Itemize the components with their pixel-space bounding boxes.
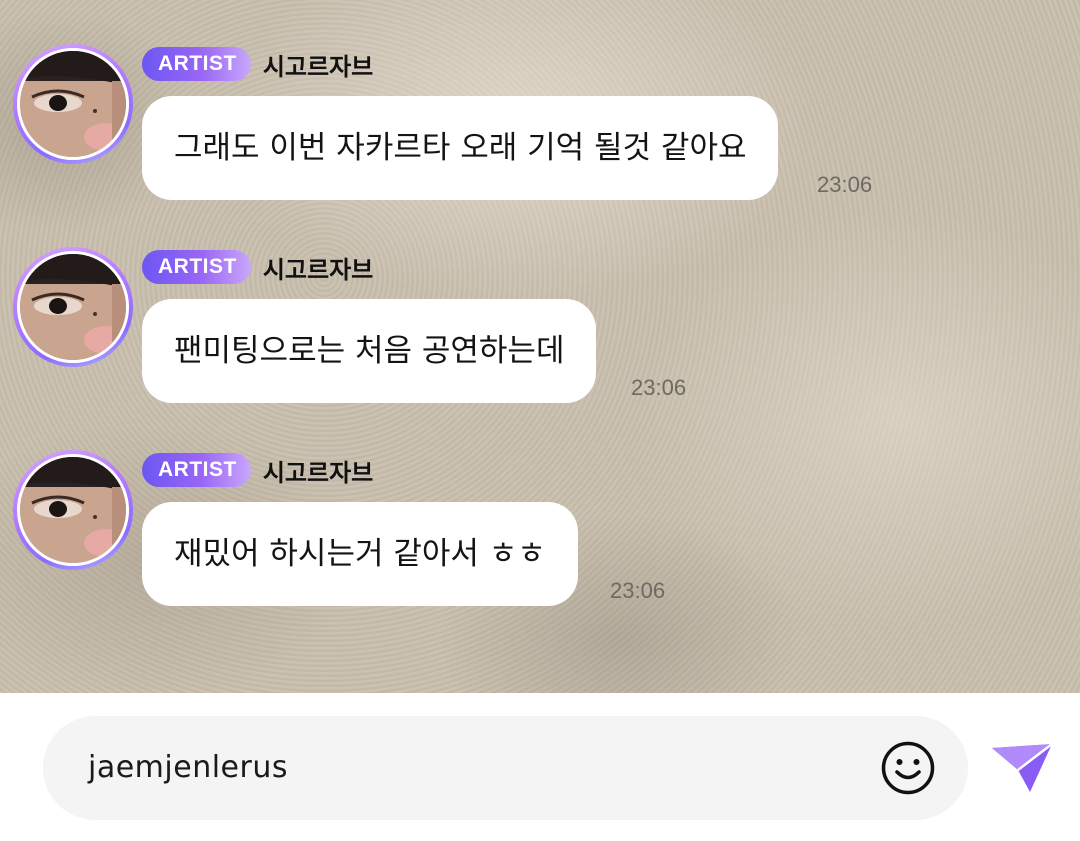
avatar[interactable] bbox=[13, 247, 133, 367]
message-header: ARTIST 시고르자브 bbox=[142, 47, 373, 81]
paper-plane-send-icon[interactable] bbox=[988, 740, 1056, 796]
artist-badge: ARTIST bbox=[142, 250, 251, 284]
message-header: ARTIST 시고르자브 bbox=[142, 250, 373, 284]
avatar-photo bbox=[17, 251, 129, 363]
message-bubble[interactable]: 팬미팅으로는 처음 공연하는데 bbox=[142, 299, 597, 403]
artist-badge: ARTIST bbox=[142, 47, 251, 81]
avatar[interactable] bbox=[13, 450, 133, 570]
message-bubble[interactable]: 재밌어 하시는거 같아서 ㅎㅎ bbox=[142, 502, 578, 606]
message-time: 23:06 bbox=[631, 375, 687, 400]
message-input-text[interactable]: jaemjenlerus bbox=[88, 716, 288, 820]
message-1: ARTIST 시고르자브 그래도 이번 자카르타 오래 기억 될것 같아요 23… bbox=[0, 44, 1080, 224]
message-header: ARTIST 시고르자브 bbox=[142, 453, 373, 487]
message-2: ARTIST 시고르자브 팬미팅으로는 처음 공연하는데 23:06 bbox=[0, 247, 1080, 427]
sender-name[interactable]: 시고르자브 bbox=[263, 453, 373, 488]
message-time: 23:06 bbox=[610, 578, 666, 603]
artist-badge: ARTIST bbox=[142, 453, 251, 487]
message-time: 23:06 bbox=[817, 172, 873, 197]
chat-area[interactable]: ARTIST 시고르자브 그래도 이번 자카르타 오래 기억 될것 같아요 23… bbox=[0, 0, 1080, 693]
message-input[interactable]: jaemjenlerus bbox=[43, 716, 968, 820]
composer-bar: jaemjenlerus bbox=[0, 693, 1080, 841]
avatar-photo bbox=[17, 48, 129, 160]
message-bubble[interactable]: 그래도 이번 자카르타 오래 기억 될것 같아요 bbox=[142, 96, 779, 200]
avatar[interactable] bbox=[13, 44, 133, 164]
smiley-icon[interactable] bbox=[879, 739, 937, 797]
message-3: ARTIST 시고르자브 재밌어 하시는거 같아서 ㅎㅎ 23:06 bbox=[0, 450, 1080, 630]
avatar-photo bbox=[17, 454, 129, 566]
sender-name[interactable]: 시고르자브 bbox=[263, 47, 373, 82]
sender-name[interactable]: 시고르자브 bbox=[263, 250, 373, 285]
